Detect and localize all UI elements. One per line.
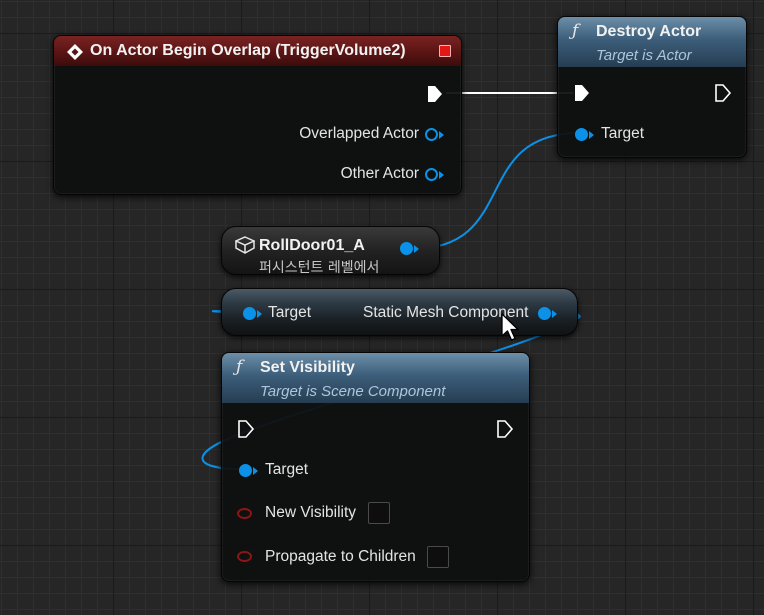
destroy-exec-in-pin[interactable] — [573, 83, 591, 103]
propagate-to-children-pin[interactable] — [237, 551, 252, 562]
actor-reference-subtitle: 퍼시스턴트 레벨에서 — [259, 260, 380, 276]
function-f-icon: ƒ — [236, 357, 243, 377]
actor-reference-title: RollDoor01_A — [259, 237, 365, 254]
destroy-actor-header[interactable]: ƒ Destroy Actor Target is Actor — [558, 17, 746, 67]
function-f-icon: ƒ — [572, 21, 579, 41]
visibility-exec-out-pin[interactable] — [496, 419, 514, 439]
event-exec-out-pin[interactable] — [426, 84, 444, 104]
propagate-to-children-label: Propagate to Children — [265, 548, 416, 565]
actor-reference-out-pin-arrow — [414, 245, 423, 253]
event-node-header[interactable]: On Actor Begin Overlap (TriggerVolume2) — [54, 36, 461, 66]
getter-target-pin-arrow — [257, 310, 266, 318]
new-visibility-label: New Visibility — [265, 504, 357, 521]
actor-reference-out-pin[interactable] — [400, 242, 413, 255]
other-actor-pin[interactable] — [425, 168, 438, 181]
getter-target-pin[interactable] — [243, 307, 256, 320]
event-diamond-icon — [67, 44, 83, 60]
static-mesh-component-pin-arrow — [552, 310, 561, 318]
visibility-target-label: Target — [265, 461, 309, 478]
actor-reference-node[interactable]: RollDoor01_A 퍼시스턴트 레벨에서 — [221, 226, 440, 276]
set-visibility-title: Set Visibility — [260, 359, 355, 376]
other-actor-label: Other Actor — [340, 165, 419, 182]
visibility-target-pin[interactable] — [239, 464, 252, 477]
overlapped-actor-pin-arrow — [439, 131, 448, 139]
set-visibility-header[interactable]: ƒ Set Visibility Target is Scene Compone… — [222, 353, 529, 403]
visibility-exec-in-pin[interactable] — [237, 419, 255, 439]
static-mesh-getter-node[interactable]: Target Static Mesh Component — [221, 288, 578, 336]
event-node-title: On Actor Begin Overlap (TriggerVolume2) — [90, 42, 406, 59]
graph-canvas[interactable]: On Actor Begin Overlap (TriggerVolume2) … — [0, 0, 764, 615]
destroy-actor-subtitle: Target is Actor — [596, 47, 692, 64]
actor-cube-icon — [235, 236, 255, 254]
destroy-actor-node[interactable]: ƒ Destroy Actor Target is Actor Target — [557, 16, 747, 158]
set-visibility-subtitle: Target is Scene Component — [260, 383, 446, 400]
new-visibility-checkbox[interactable] — [368, 502, 390, 524]
visibility-target-pin-arrow — [253, 467, 262, 475]
overlapped-actor-pin[interactable] — [425, 128, 438, 141]
static-mesh-component-pin[interactable] — [538, 307, 551, 320]
event-node-on-actor-begin-overlap[interactable]: On Actor Begin Overlap (TriggerVolume2) … — [53, 35, 462, 195]
new-visibility-pin[interactable] — [237, 508, 252, 519]
mouse-pointer-icon — [501, 313, 519, 341]
destroy-target-pin-arrow — [589, 131, 598, 139]
other-actor-pin-arrow — [439, 171, 448, 179]
destroy-target-label: Target — [601, 125, 645, 142]
set-visibility-node[interactable]: ƒ Set Visibility Target is Scene Compone… — [221, 352, 530, 582]
overlapped-actor-label: Overlapped Actor — [299, 125, 419, 142]
getter-target-label: Target — [268, 304, 312, 321]
propagate-to-children-checkbox[interactable] — [427, 546, 449, 568]
destroy-actor-title: Destroy Actor — [596, 23, 702, 40]
destroy-target-pin[interactable] — [575, 128, 588, 141]
red-square-icon[interactable] — [439, 45, 451, 57]
destroy-exec-out-pin[interactable] — [714, 83, 732, 103]
